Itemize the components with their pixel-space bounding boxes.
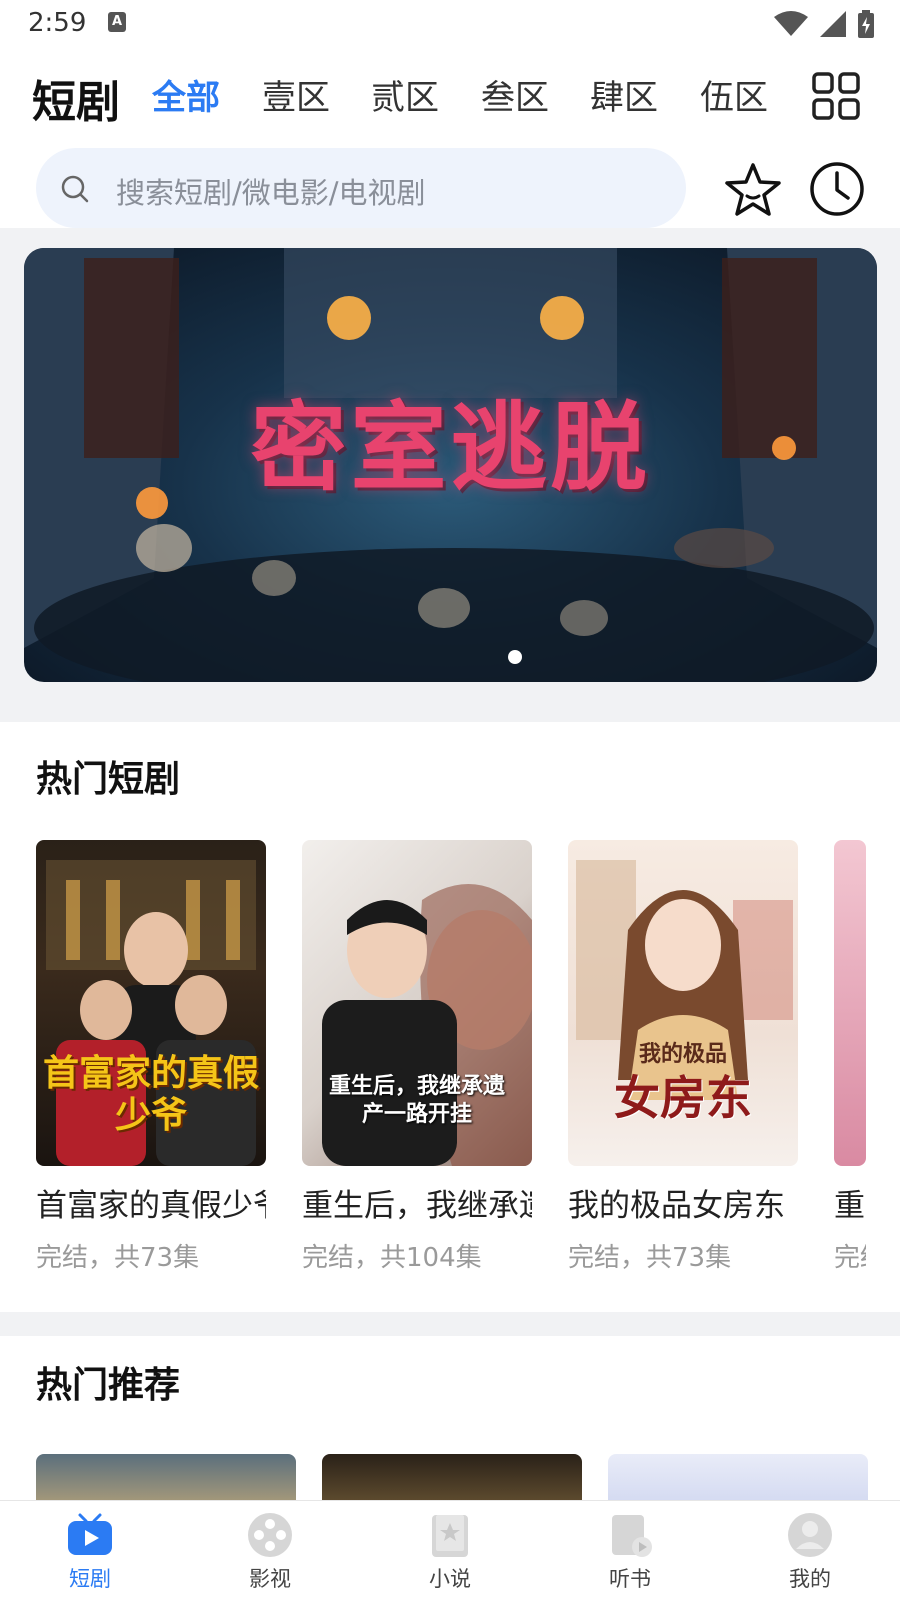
- drama-title: 重: [834, 1188, 865, 1224]
- tab-zone-3[interactable]: 叁区: [481, 70, 549, 119]
- drama-title: 我的极品女房东: [568, 1188, 785, 1224]
- search-input[interactable]: 搜索短剧/微电影/电视剧: [36, 148, 686, 228]
- hot-dramas-section: 热门短剧 首富家的真假少爷 首富家的真假少爷 完结，共73集 重生后，我继承遗产…: [0, 722, 900, 1312]
- nav-shortdrama[interactable]: 短剧: [30, 1501, 150, 1600]
- grid-icon[interactable]: [812, 72, 860, 120]
- nav-label: 小说: [429, 1567, 471, 1591]
- signal-icon: [820, 11, 846, 37]
- nav-label: 影视: [249, 1567, 291, 1591]
- drama-poster: 我的极品 女房东: [568, 840, 798, 1166]
- nav-profile[interactable]: 我的: [750, 1501, 870, 1600]
- drama-title: 重生后，我继承遗产一路开挂: [302, 1188, 532, 1224]
- tab-zone-5[interactable]: 伍区: [700, 70, 768, 119]
- nav-label: 听书: [609, 1567, 651, 1591]
- recommend-card[interactable]: [322, 1454, 582, 1500]
- status-indicators: [774, 10, 874, 38]
- poster-title-art: 女房东: [614, 1071, 752, 1125]
- tab-zone-2[interactable]: 贰区: [371, 70, 439, 119]
- user-icon: [788, 1513, 832, 1557]
- drama-poster: 首富家的真假少爷: [36, 840, 266, 1166]
- drama-title: 首富家的真假少爷: [36, 1188, 266, 1224]
- drama-episodes: 完结，共73集: [36, 1243, 200, 1273]
- search-placeholder: 搜索短剧/微电影/电视剧: [116, 176, 426, 210]
- book-icon: [432, 1515, 468, 1557]
- nav-label: 我的: [789, 1567, 831, 1591]
- drama-episodes: 完结，共73集: [568, 1243, 732, 1273]
- search-icon: [61, 175, 89, 203]
- search-row: 搜索短剧/微电影/电视剧: [0, 146, 900, 228]
- section-title: 热门短剧: [36, 759, 181, 800]
- wifi-icon: [774, 11, 808, 36]
- carousel-indicator: [508, 650, 522, 664]
- drama-card[interactable]: 我的极品 女房东 我的极品女房东 完结，共73集: [568, 840, 798, 1274]
- drama-poster: [834, 840, 866, 1166]
- nav-movies[interactable]: 影视: [210, 1501, 330, 1600]
- recommended-section: 热门推荐: [0, 1336, 900, 1500]
- banner-title: 密室逃脱: [250, 391, 651, 504]
- star-icon[interactable]: [722, 160, 784, 222]
- tab-zone-1[interactable]: 壹区: [262, 70, 330, 119]
- status-time: 2:59: [28, 8, 87, 38]
- bottom-nav: 短剧 影视 小说 听书 我的: [0, 1500, 900, 1600]
- poster-title-art: 重生后，我继承遗产一路开挂: [328, 1073, 505, 1127]
- section-title: 热门推荐: [36, 1365, 181, 1406]
- top-nav: 短剧 全部 壹区 贰区 叁区 肆区 伍区: [0, 60, 900, 134]
- clock-icon[interactable]: [808, 160, 866, 218]
- drama-card[interactable]: 重生后，我继承遗产一路开挂 重生后，我继承遗产一路开挂 完结，共104集: [302, 840, 532, 1274]
- recommend-card[interactable]: [36, 1454, 296, 1500]
- drama-poster: 重生后，我继承遗产一路开挂: [302, 840, 532, 1166]
- drama-card[interactable]: 首富家的真假少爷 首富家的真假少爷 完结，共73集: [36, 840, 266, 1274]
- play-tv-icon: [68, 1513, 112, 1555]
- status-bar: 2:59 A: [0, 0, 900, 48]
- section-separator: [0, 1312, 900, 1336]
- brand-title: 短剧: [32, 77, 120, 128]
- film-reel-icon: [248, 1513, 292, 1557]
- tab-all[interactable]: 全部: [152, 70, 220, 119]
- nav-label: 短剧: [69, 1567, 111, 1591]
- recommend-card[interactable]: [608, 1454, 868, 1500]
- nav-novels[interactable]: 小说: [390, 1501, 510, 1600]
- notification-icon: A: [108, 12, 126, 32]
- drama-episodes: 完结: [834, 1243, 866, 1273]
- tab-zone-4[interactable]: 肆区: [590, 70, 658, 119]
- drama-episodes: 完结，共104集: [302, 1243, 482, 1273]
- banner-carousel[interactable]: 密室逃脱: [24, 248, 877, 682]
- poster-title-art: 首富家的真假少爷: [42, 1052, 259, 1136]
- nav-audiobooks[interactable]: 听书: [570, 1501, 690, 1600]
- drama-card[interactable]: 重 完结: [834, 840, 866, 1274]
- battery-icon: [858, 10, 874, 38]
- audiobook-icon: [612, 1515, 652, 1557]
